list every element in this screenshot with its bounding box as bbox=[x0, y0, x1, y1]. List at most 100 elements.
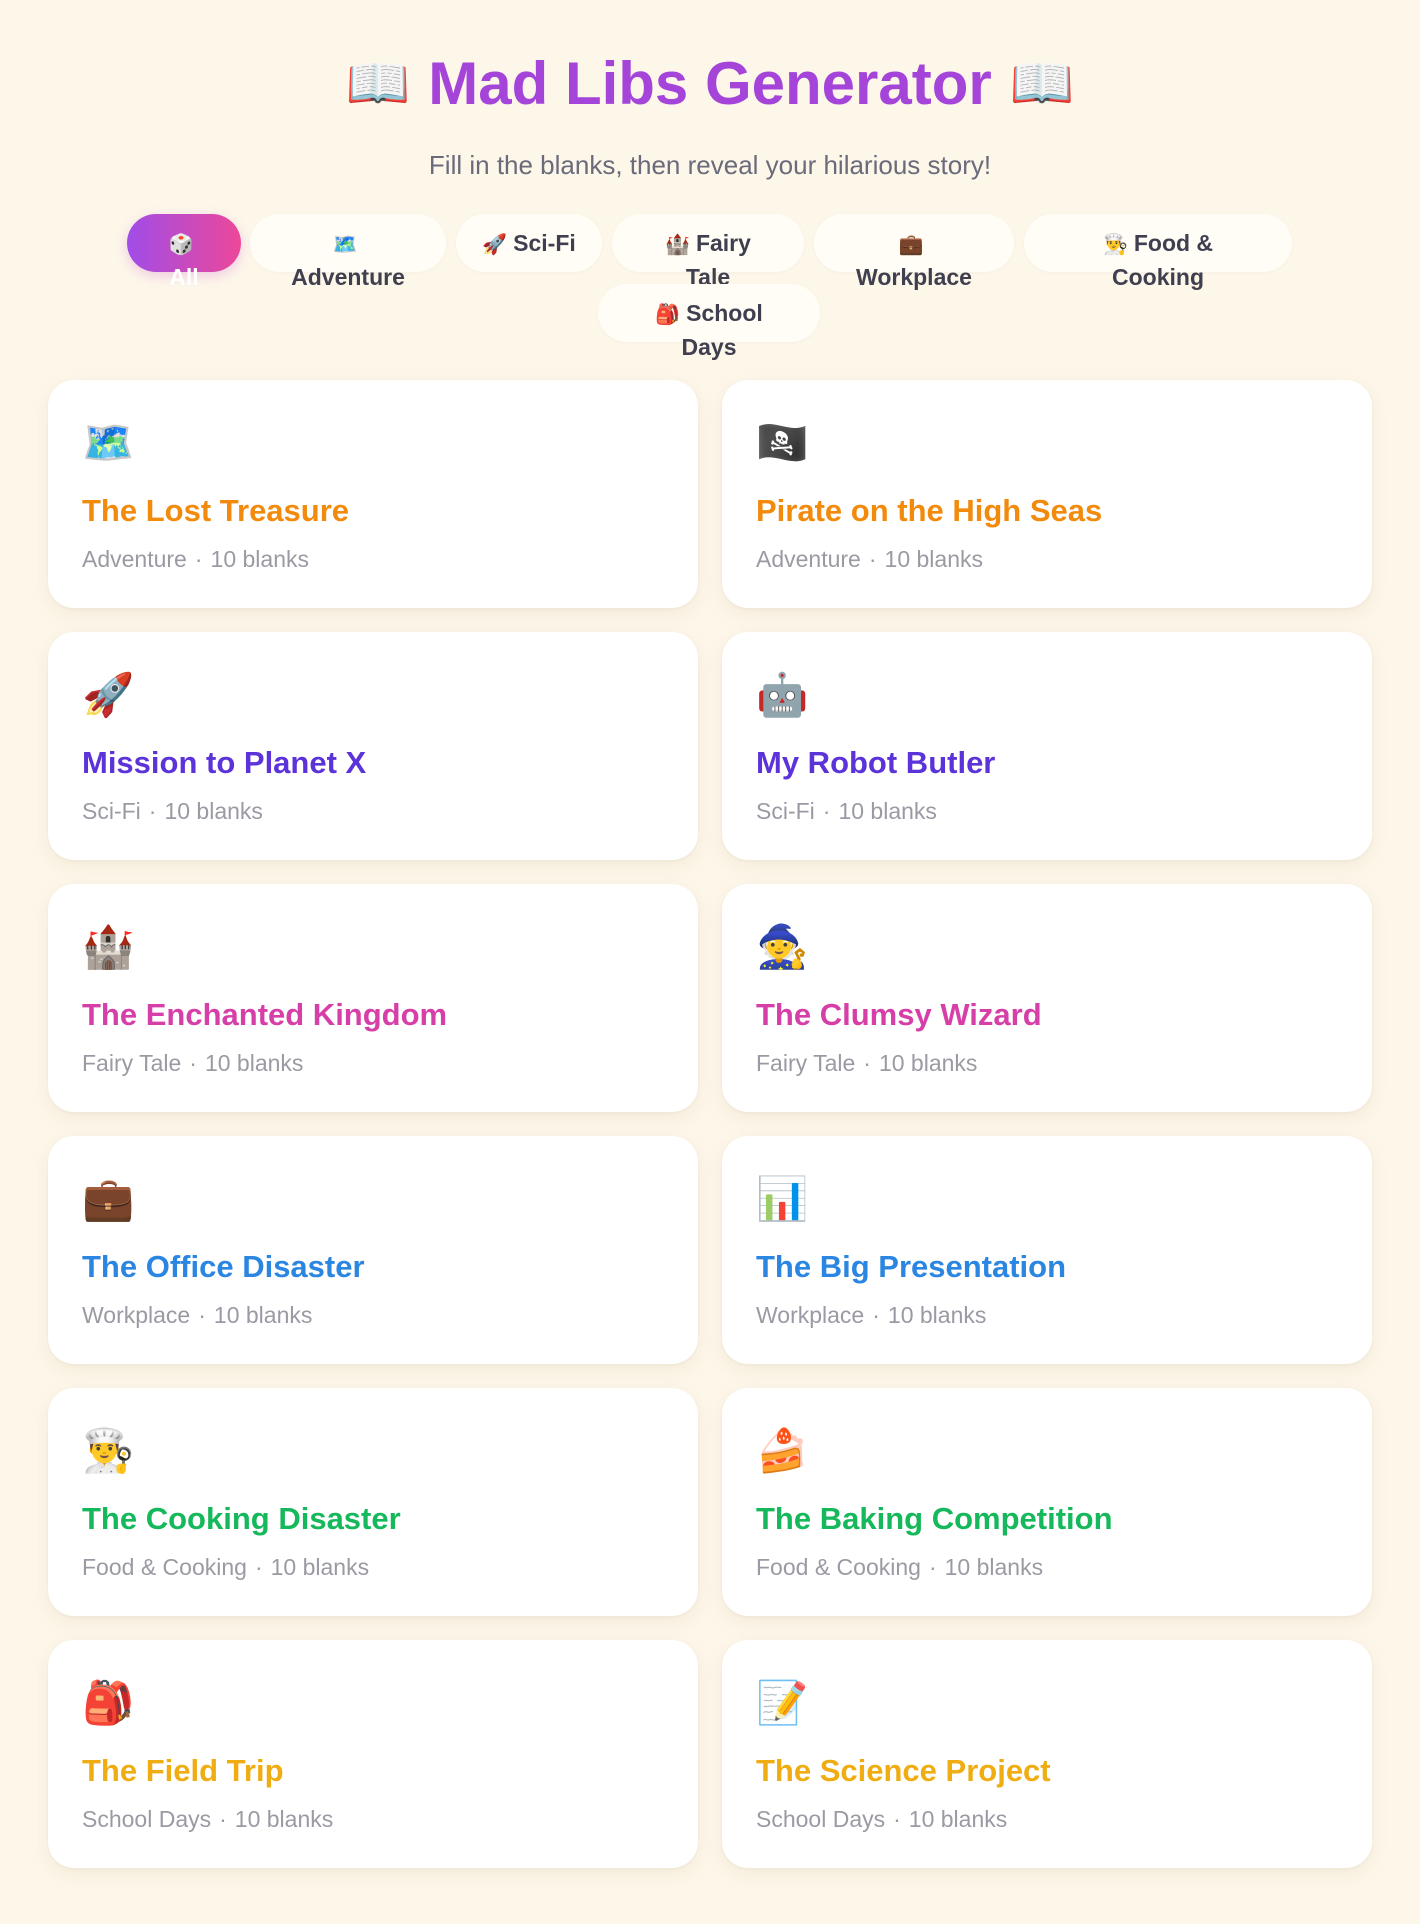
filter-label: School Days bbox=[681, 300, 763, 360]
castle-icon: 🏰 bbox=[82, 923, 135, 970]
briefcase-icon: 💼 bbox=[82, 1175, 135, 1222]
story-blank-count: 10 blanks bbox=[204, 1050, 304, 1076]
wizard-icon: 🧙 bbox=[756, 923, 809, 970]
cake-icon: 🍰 bbox=[756, 1427, 809, 1474]
story-meta: School Days · 10 blanks bbox=[756, 1806, 1008, 1832]
story-category: Fairy Tale bbox=[756, 1050, 856, 1076]
story-category: Adventure bbox=[756, 546, 861, 572]
chef-icon: 👨‍🍳 bbox=[82, 1427, 135, 1474]
story-category: School Days bbox=[82, 1806, 212, 1832]
story-category: Workplace bbox=[756, 1302, 865, 1328]
filter-all-button[interactable]: 🎲 All bbox=[127, 214, 241, 290]
book-icon: 📖 bbox=[345, 55, 411, 113]
story-category: Fairy Tale bbox=[82, 1050, 182, 1076]
story-blank-count: 10 blanks bbox=[213, 1302, 313, 1328]
story-meta: Food & Cooking · 10 blanks bbox=[82, 1554, 370, 1580]
story-title: The Lost Treasure bbox=[82, 493, 350, 528]
filter-label: All bbox=[169, 264, 199, 290]
story-blank-count: 10 blanks bbox=[944, 1554, 1044, 1580]
page-title: 📖 Mad Libs Generator 📖 bbox=[346, 50, 1075, 118]
page-header: 📖 Mad Libs Generator 📖 Fill in the blank… bbox=[0, 0, 1420, 181]
story-category: Workplace bbox=[82, 1302, 191, 1328]
robot-icon: 🤖 bbox=[756, 671, 809, 718]
story-card-pirate-high-seas[interactable]: 🏴‍☠️ Pirate on the High Seas Adventure · 1… bbox=[722, 380, 1372, 608]
story-card-mission-planet-x[interactable]: 🚀 Mission to Planet X Sci-Fi · 10 blanks bbox=[48, 632, 698, 860]
story-title: The Enchanted Kingdom bbox=[82, 997, 448, 1032]
story-blank-count: 10 blanks bbox=[884, 546, 983, 572]
filter-food-cooking-button[interactable]: 👨‍🍳 Food & Cooking bbox=[1024, 214, 1292, 290]
filter-label: Workplace bbox=[856, 264, 972, 290]
story-title: The Field Trip bbox=[82, 1753, 284, 1788]
story-blank-count: 10 blanks bbox=[164, 798, 263, 824]
filter-school-days-button[interactable]: 🎒 School Days bbox=[598, 284, 820, 360]
rocket-icon: 🚀 bbox=[482, 234, 508, 256]
story-title: The Cooking Disaster bbox=[82, 1501, 401, 1536]
story-meta: Adventure · 10 blanks bbox=[82, 546, 309, 572]
story-card-lost-treasure[interactable]: 🗺️ The Lost Treasure Adventure · 10 blanks bbox=[48, 380, 698, 608]
castle-icon: 🏰 bbox=[665, 234, 690, 256]
story-title: The Baking Competition bbox=[756, 1501, 1113, 1536]
story-title: Mission to Planet X bbox=[82, 745, 367, 780]
story-title: The Science Project bbox=[756, 1753, 1051, 1788]
map-icon: 🗺️ bbox=[332, 234, 358, 256]
briefcase-icon: 💼 bbox=[898, 234, 924, 256]
story-meta: Food & Cooking · 10 blanks bbox=[756, 1554, 1044, 1580]
category-filter-bar: 🎲 All 🗺️ Adventure 🚀 Sci-Fi 🏰 Fairy Tale 💼… bbox=[0, 214, 1420, 364]
filter-workplace-button[interactable]: 💼 Workplace bbox=[814, 214, 1014, 290]
filter-label: Fairy Tale bbox=[685, 230, 751, 290]
filter-fairy-tale-button[interactable]: 🏰 Fairy Tale bbox=[612, 214, 804, 290]
story-blank-count: 10 blanks bbox=[878, 1050, 978, 1076]
bar-chart-icon: 📊 bbox=[756, 1175, 809, 1222]
story-blank-count: 10 blanks bbox=[210, 546, 309, 572]
story-meta: Sci-Fi · 10 blanks bbox=[82, 798, 263, 824]
story-card-clumsy-wizard[interactable]: 🧙 The Clumsy Wizard Fairy Tale · 10 blanks bbox=[722, 884, 1372, 1112]
story-card-enchanted-kingdom[interactable]: 🏰 The Enchanted Kingdom Fairy Tale · 10 bl… bbox=[48, 884, 698, 1112]
story-title: My Robot Butler bbox=[756, 745, 996, 780]
story-card-robot-butler[interactable]: 🤖 My Robot Butler Sci-Fi · 10 blanks bbox=[722, 632, 1372, 860]
filter-label: Sci-Fi bbox=[513, 230, 576, 256]
story-category: Food & Cooking bbox=[82, 1554, 247, 1580]
story-card-cooking-disaster[interactable]: 👨‍🍳 The Cooking Disaster Food & Cooking ·… bbox=[48, 1388, 698, 1616]
story-blank-count: 10 blanks bbox=[234, 1806, 334, 1832]
story-meta: Fairy Tale · 10 blanks bbox=[82, 1050, 304, 1076]
story-blank-count: 10 blanks bbox=[908, 1806, 1008, 1832]
story-meta: Fairy Tale · 10 blanks bbox=[756, 1050, 978, 1076]
story-blank-count: 10 blanks bbox=[270, 1554, 370, 1580]
dice-icon: 🎲 bbox=[168, 234, 194, 256]
story-category: School Days bbox=[756, 1806, 886, 1832]
story-meta: School Days · 10 blanks bbox=[82, 1806, 334, 1832]
backpack-icon: 🎒 bbox=[82, 1679, 135, 1726]
filter-label: Adventure bbox=[291, 264, 405, 290]
story-meta: Workplace · 10 blanks bbox=[756, 1302, 987, 1328]
memo-icon: 📝 bbox=[756, 1679, 809, 1726]
page-title-text: Mad Libs Generator bbox=[428, 50, 992, 117]
story-card-office-disaster[interactable]: 💼 The Office Disaster Workplace · 10 blank… bbox=[48, 1136, 698, 1364]
story-card-science-project[interactable]: 📝 The Science Project School Days · 10 bla… bbox=[722, 1640, 1372, 1868]
story-blank-count: 10 blanks bbox=[887, 1302, 987, 1328]
story-meta: Sci-Fi · 10 blanks bbox=[756, 798, 937, 824]
story-meta: Adventure · 10 blanks bbox=[756, 546, 983, 572]
page-subtitle: Fill in the blanks, then reveal your hil… bbox=[428, 150, 992, 180]
story-category: Sci-Fi bbox=[82, 798, 141, 824]
backpack-icon: 🎒 bbox=[655, 304, 681, 326]
pirate-flag-icon: 🏴‍☠️ bbox=[756, 419, 809, 466]
story-grid: 🗺️ The Lost Treasure Adventure · 10 blanks… bbox=[48, 380, 1372, 1868]
chef-icon: 👨‍🍳 bbox=[1102, 234, 1128, 256]
story-card-field-trip[interactable]: 🎒 The Field Trip School Days · 10 blanks bbox=[48, 1640, 698, 1868]
story-category: Food & Cooking bbox=[756, 1554, 921, 1580]
story-title: Pirate on the High Seas bbox=[756, 493, 1103, 528]
rocket-icon: 🚀 bbox=[82, 671, 135, 718]
story-title: The Clumsy Wizard bbox=[756, 997, 1042, 1032]
story-meta: Workplace · 10 blanks bbox=[82, 1302, 313, 1328]
filter-adventure-button[interactable]: 🗺️ Adventure bbox=[250, 214, 446, 290]
map-icon: 🗺️ bbox=[82, 419, 135, 466]
story-blank-count: 10 blanks bbox=[838, 798, 937, 824]
book-icon: 📖 bbox=[1009, 55, 1075, 113]
story-category: Sci-Fi bbox=[756, 798, 815, 824]
story-category: Adventure bbox=[82, 546, 187, 572]
story-title: The Office Disaster bbox=[82, 1249, 365, 1284]
story-card-baking-competition[interactable]: 🍰 The Baking Competition Food & Cooking ·… bbox=[722, 1388, 1372, 1616]
filter-scifi-button[interactable]: 🚀 Sci-Fi bbox=[456, 214, 602, 272]
story-card-big-presentation[interactable]: 📊 The Big Presentation Workplace · 10 blan… bbox=[722, 1136, 1372, 1364]
story-title: The Big Presentation bbox=[756, 1249, 1067, 1284]
